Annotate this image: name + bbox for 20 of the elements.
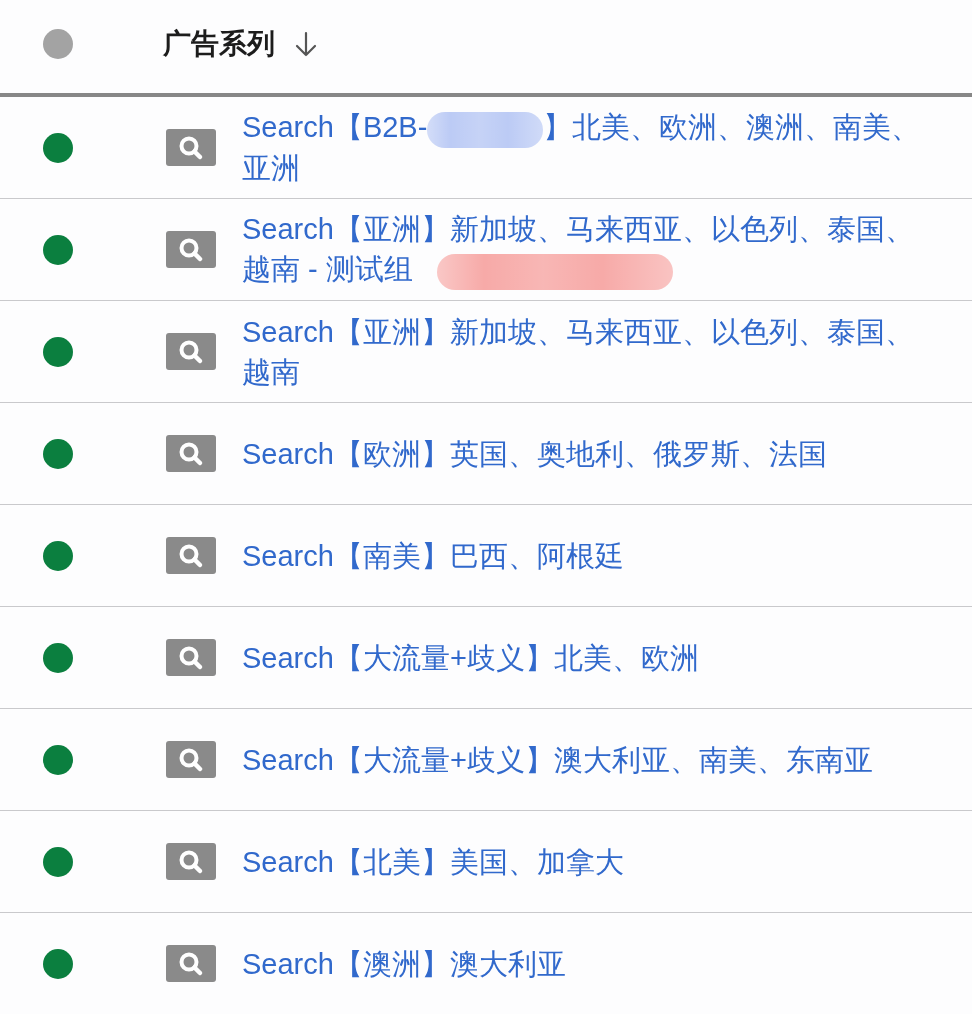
search-icon (166, 231, 216, 268)
campaign-name-link[interactable]: Search【亚洲】新加坡、马来西亚、以色列、泰国、越南 (242, 311, 932, 392)
status-column-icon (42, 28, 73, 59)
campaign-name-link[interactable]: Search【欧洲】英国、奥地利、俄罗斯、法国 (242, 433, 827, 474)
campaign-name-link[interactable]: Search【南美】巴西、阿根廷 (242, 535, 624, 576)
search-icon (166, 639, 216, 676)
search-icon (166, 333, 216, 370)
campaign-name-link[interactable]: Search【北美】美国、加拿大 (242, 841, 624, 882)
campaign-name-link[interactable]: Search【B2B- 】北美、欧洲、澳洲、南美、亚洲 (242, 107, 932, 188)
campaign-column-header[interactable]: 广告系列 (163, 24, 317, 63)
search-icon (166, 741, 216, 778)
campaign-name-link[interactable]: Search【澳洲】澳大利亚 (242, 943, 566, 984)
campaign-name-link[interactable]: Search【大流量+歧义】澳大利亚、南美、东南亚 (242, 739, 873, 780)
search-icon (166, 435, 216, 472)
search-icon (166, 843, 216, 880)
search-icon (166, 129, 216, 166)
search-icon (166, 537, 216, 574)
campaign-name-link[interactable]: Search【大流量+歧义】北美、欧洲 (242, 637, 699, 678)
search-icon (166, 945, 216, 982)
campaign-name-link[interactable]: Search【亚洲】新加坡、马来西亚、以色列、泰国、越南 - 测试组 (242, 209, 932, 290)
